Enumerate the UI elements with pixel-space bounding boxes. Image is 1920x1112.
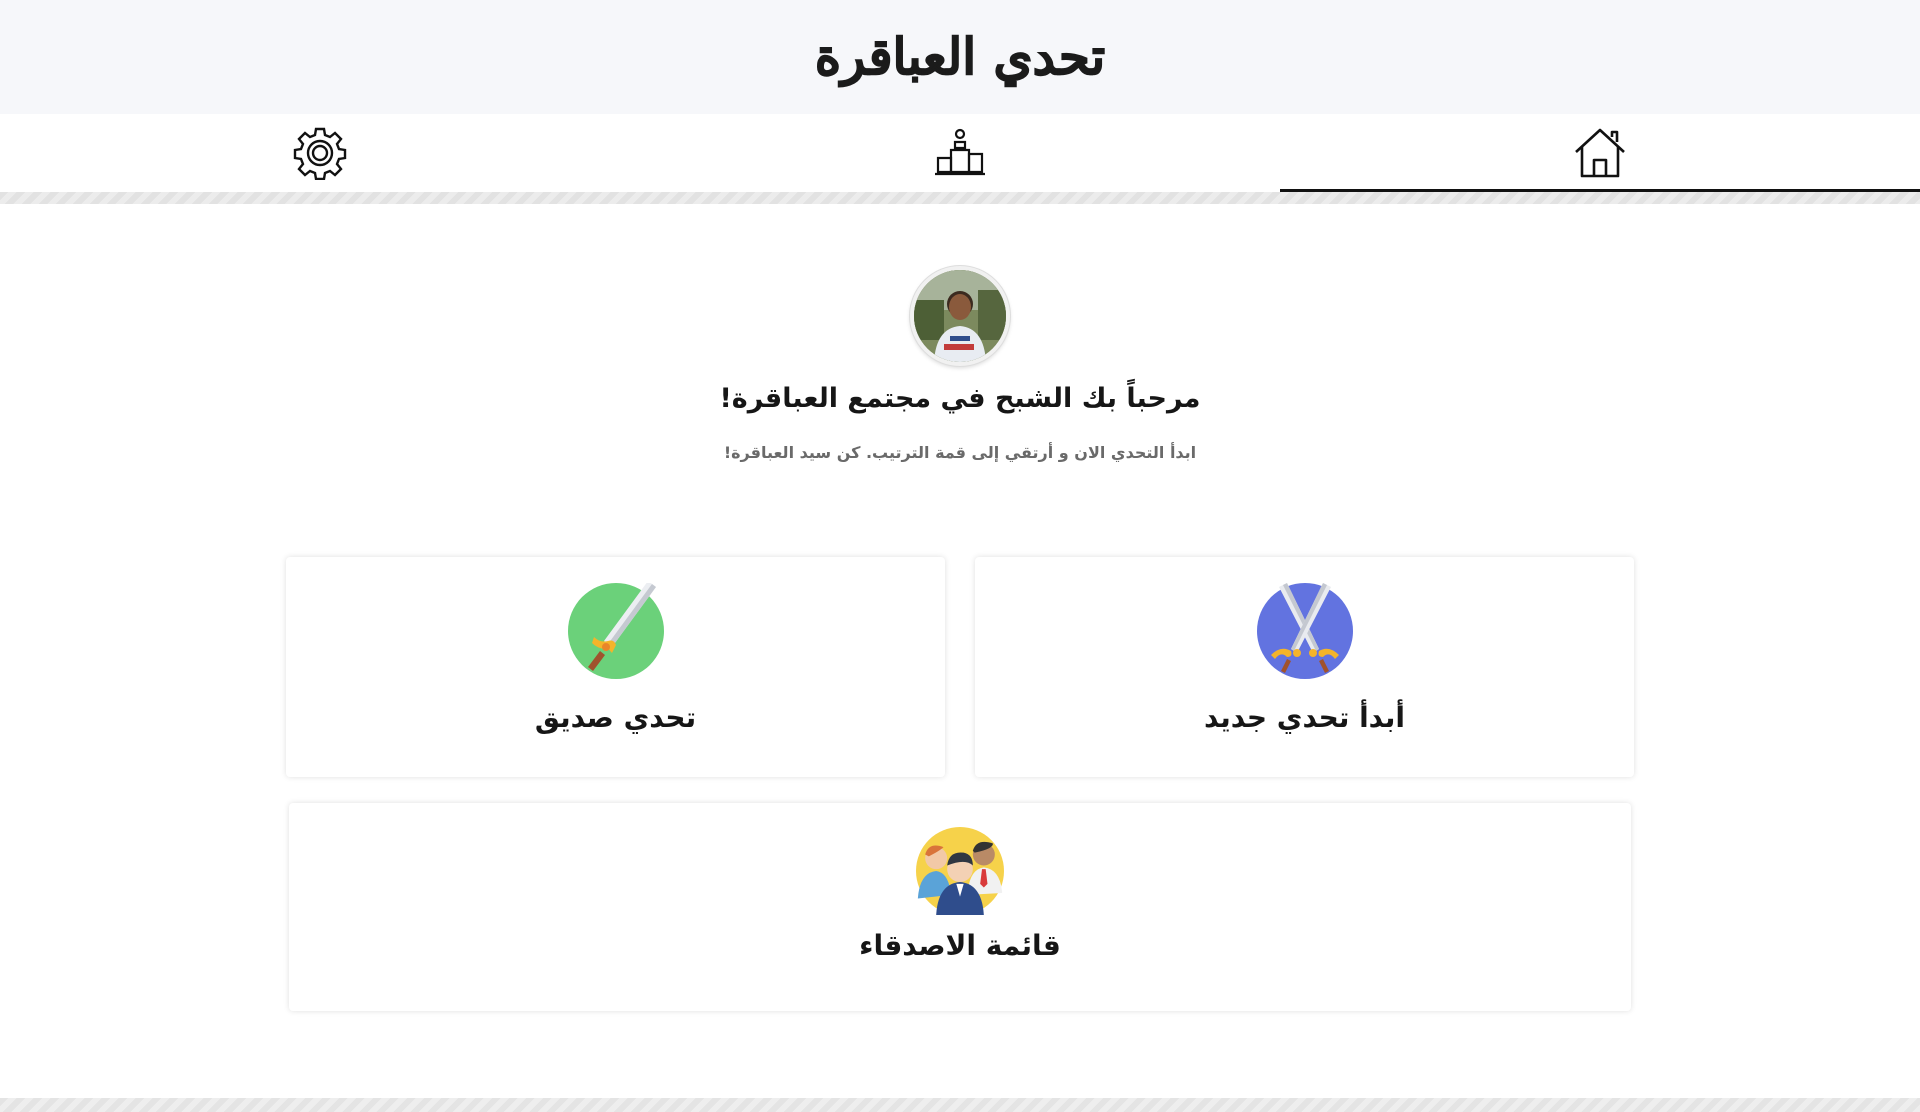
- podium-icon: [935, 128, 985, 176]
- friends-list-card[interactable]: قائمة الاصدقاء: [289, 803, 1631, 1011]
- nav-divider: [0, 192, 1920, 204]
- footer-divider: [0, 1098, 1920, 1112]
- main-nav: [0, 114, 1920, 192]
- challenge-friend-label: تحدي صديق: [534, 701, 697, 734]
- friends-group-icon: [916, 827, 1004, 915]
- app-title: تحدي العباقرة: [814, 27, 1106, 86]
- avatar[interactable]: [910, 266, 1010, 366]
- crossed-swords-icon: [1256, 583, 1353, 679]
- welcome-subtitle: ابدأ التحدي الان و أرتقي إلى قمة الترتيب…: [723, 443, 1197, 462]
- tab-leaderboard[interactable]: [640, 114, 1280, 192]
- sword-icon: [567, 583, 664, 679]
- new-challenge-card[interactable]: أبدأ تحدي جديد: [975, 557, 1634, 777]
- tab-home[interactable]: [1280, 114, 1920, 192]
- welcome-title: مرحباً بك الشبح في مجتمع العباقرة!: [719, 383, 1201, 414]
- new-challenge-label: أبدأ تحدي جديد: [1204, 701, 1405, 734]
- gear-icon: [293, 127, 347, 180]
- challenge-friend-card[interactable]: تحدي صديق: [286, 557, 945, 777]
- app-header: تحدي العباقرة: [0, 0, 1920, 114]
- tab-settings[interactable]: [0, 114, 640, 192]
- friends-list-label: قائمة الاصدقاء: [859, 929, 1061, 962]
- home-icon: [1575, 128, 1625, 178]
- user-avatar-icon: [914, 270, 1006, 362]
